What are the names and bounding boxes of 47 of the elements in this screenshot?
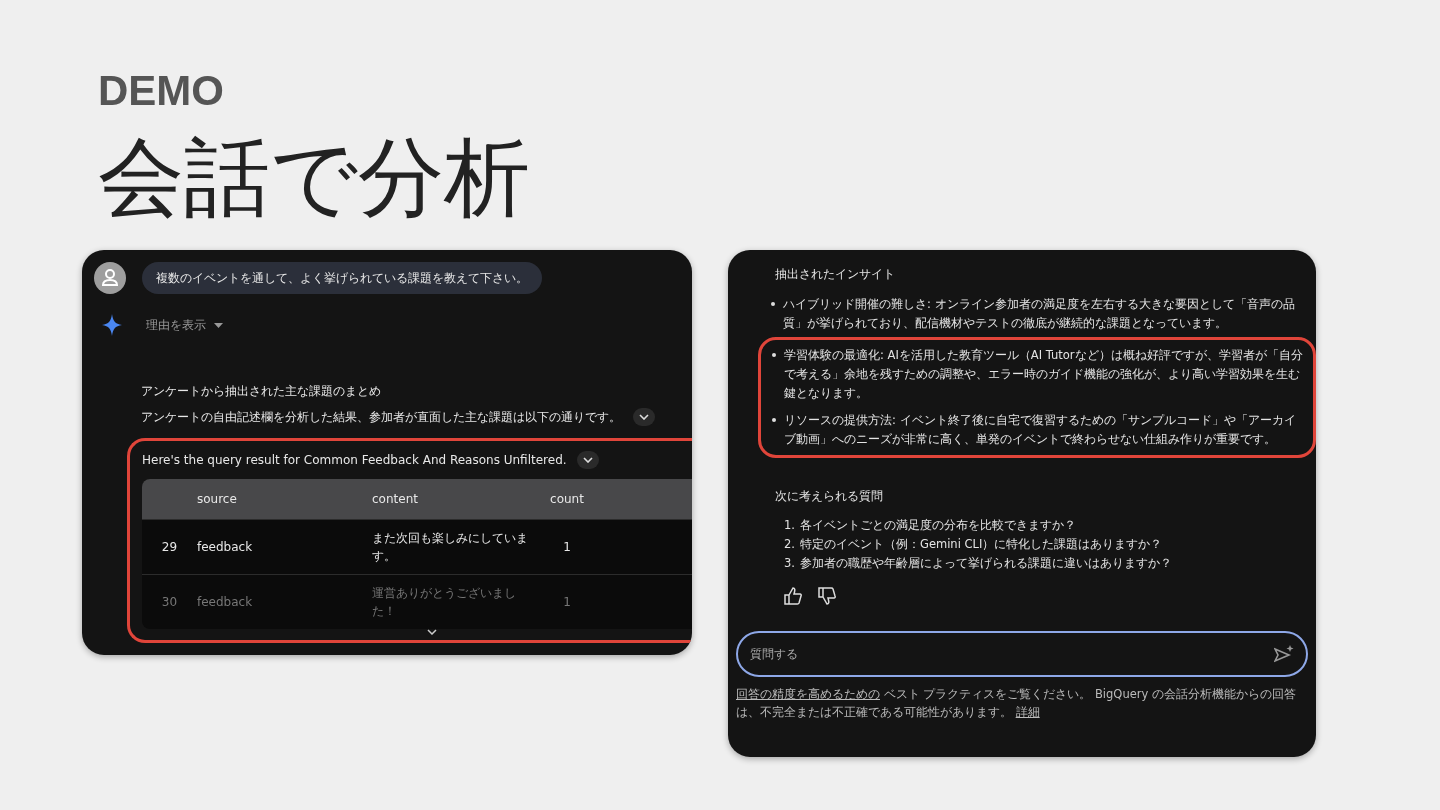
thumbs-up-icon[interactable] [784,586,802,605]
sparkle-icon [102,314,122,336]
user-avatar-icon [94,262,126,294]
chevron-down-icon [639,414,649,420]
table-cell-text: 1 [562,539,572,556]
list-number: 3. [784,554,795,572]
slide-eyebrow: DEMO [98,70,225,112]
list-number: 1. [784,516,795,534]
send-icon[interactable] [1274,644,1294,663]
summary-text: アンケートの自由記述欄を分析した結果、参加者が直面した主な課題は以下の通りです。 [141,409,621,426]
question-text: 参加者の職歴や年齢層によって挙げられる課題に違いはありますか？ [800,554,1172,572]
disclaimer-text: 回答の精度を高めるための ベスト プラクティスをご覧ください。 BigQuery の会話分析機能からの回答は、不完全または不正確である可能性があります。 詳細 [736,685,1297,721]
table-cell-text: 運営ありがとうございました！ [372,585,517,620]
column-header: content [372,491,419,508]
question-text: 特定のイベント（例：Gemini CLI）に特化した課題はありますか？ [800,535,1163,553]
caret-icon [214,322,223,328]
user-message: 複数のイベントを通して、よく挙げられている課題を教えて下さい。 [142,262,542,294]
chevron-down-icon[interactable] [427,629,437,635]
chevron-down-icon [582,457,593,463]
list-number: 2. [784,535,795,553]
details-link[interactable]: 詳細 [1015,704,1040,719]
table-cell-text: feedback [197,594,254,611]
query-caption: Here's the query result for Common Feedback And Reasons Unfiltered. [142,452,567,469]
question-text: 各イベントごとの満足度の分布を比較できますか？ [800,516,1076,534]
question-input-field[interactable]: 質問する [736,630,1308,677]
insight-text: リソースの提供方法: イベント終了後に自宅で復習するための「サンプルコード」や「アーカイブ動画」へのニーズが非常に高く、単発のイベントで終わらせない仕組み作りが重要です。 [784,412,1297,449]
expand-button[interactable] [576,451,599,469]
table-cell-text: 1 [562,594,572,611]
section-heading: 次に考えられる質問 [775,488,884,506]
row-number: 30 [160,594,179,611]
row-number: 29 [160,539,179,556]
summary-title: アンケートから抽出された主な課題のまとめ [141,383,382,400]
guidance-link[interactable]: 回答の精度を高めるための [736,686,880,701]
table-cell-text: また次回も楽しみにしています。 [372,530,529,565]
bullet-icon [772,418,776,423]
bullet-icon [772,353,776,358]
insight-text: ハイブリッド開催の難しさ: オンライン参加者の満足度を左右する大きな要因として「音声の品質」が挙げられており、配信機材やテストの徹底が継続的な課題となっています。 [783,296,1296,333]
thumbs-down-icon[interactable] [818,586,836,605]
insight-text: 学習体験の最適化: AIを活用した教育ツール（AI Tutorなど）は概ね好評ですが、学習者が「自分で考える」余地を残すための調整や、エラー時のガイド機能の強化が、より高い学習効果を生む鍵となります。 [784,347,1304,403]
slide-title: 会話で分析 [98,134,531,220]
bullet-icon [771,302,775,307]
expand-button[interactable] [633,408,655,426]
section-heading: 抽出されたインサイト [774,266,896,283]
show-reasoning-toggle[interactable]: 理由を表示 [146,316,223,334]
table-cell-text: feedback [197,539,254,556]
column-header: count [549,491,585,508]
column-header: source [197,491,238,508]
